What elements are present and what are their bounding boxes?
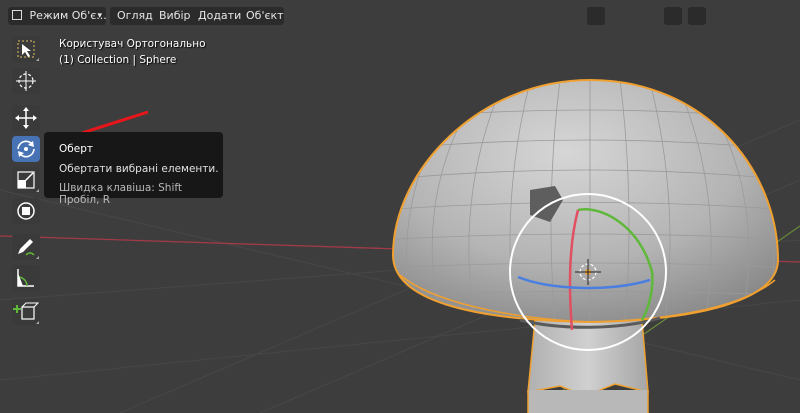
menu-add[interactable]: Додати — [198, 7, 241, 25]
header-button[interactable] — [587, 7, 605, 25]
tool-tooltip: Оберт Обертати вибрані елементи. Швидка … — [44, 132, 223, 206]
tooltip-title: Оберт — [59, 143, 93, 155]
transform-tool[interactable] — [12, 198, 40, 224]
scale-tool[interactable] — [12, 167, 40, 193]
menu-bar: Огляд Вибір Додати Об'єкт — [110, 7, 284, 25]
view-name: Користувач Ортогонально — [59, 38, 206, 50]
rotate-tool[interactable] — [12, 136, 40, 162]
collection-info: (1) Collection | Sphere — [59, 54, 177, 66]
measure-tool[interactable] — [12, 265, 40, 291]
transform-icon — [17, 202, 35, 220]
rotate-icon — [17, 140, 35, 158]
select-box-tool[interactable] — [12, 36, 40, 62]
cursor-icon — [16, 71, 36, 91]
measure-icon — [17, 269, 34, 287]
move-icon — [15, 107, 37, 129]
header-button[interactable] — [688, 7, 706, 25]
viewport-header: Режим Об'є... ▾ Огляд Вибір Додати Об'єк… — [0, 0, 800, 32]
header-button[interactable] — [664, 7, 682, 25]
menu-object[interactable]: Об'єкт — [246, 7, 284, 25]
cursor-tool[interactable] — [12, 68, 40, 94]
move-tool[interactable] — [12, 105, 40, 131]
mode-select-label: Режим Об'є... — [29, 9, 107, 22]
viewport-info: Користувач Ортогонально (1) Collection |… — [59, 36, 206, 68]
add-cube-tool[interactable] — [12, 299, 40, 325]
menu-select[interactable]: Вибір — [159, 7, 191, 25]
tooltip-hotkey: Швидка клавіша: Shift Пробіл, R — [59, 182, 182, 206]
mushroom-stem — [527, 319, 649, 413]
tooltip-description: Обертати вибрані елементи. — [59, 163, 219, 175]
object-mode-icon — [12, 10, 22, 20]
mode-select-dropdown[interactable]: Режим Об'є... ▾ — [8, 7, 106, 25]
chevron-down-icon: ▾ — [97, 11, 102, 21]
annotate-tool[interactable] — [12, 234, 40, 260]
menu-view[interactable]: Огляд — [117, 7, 153, 25]
